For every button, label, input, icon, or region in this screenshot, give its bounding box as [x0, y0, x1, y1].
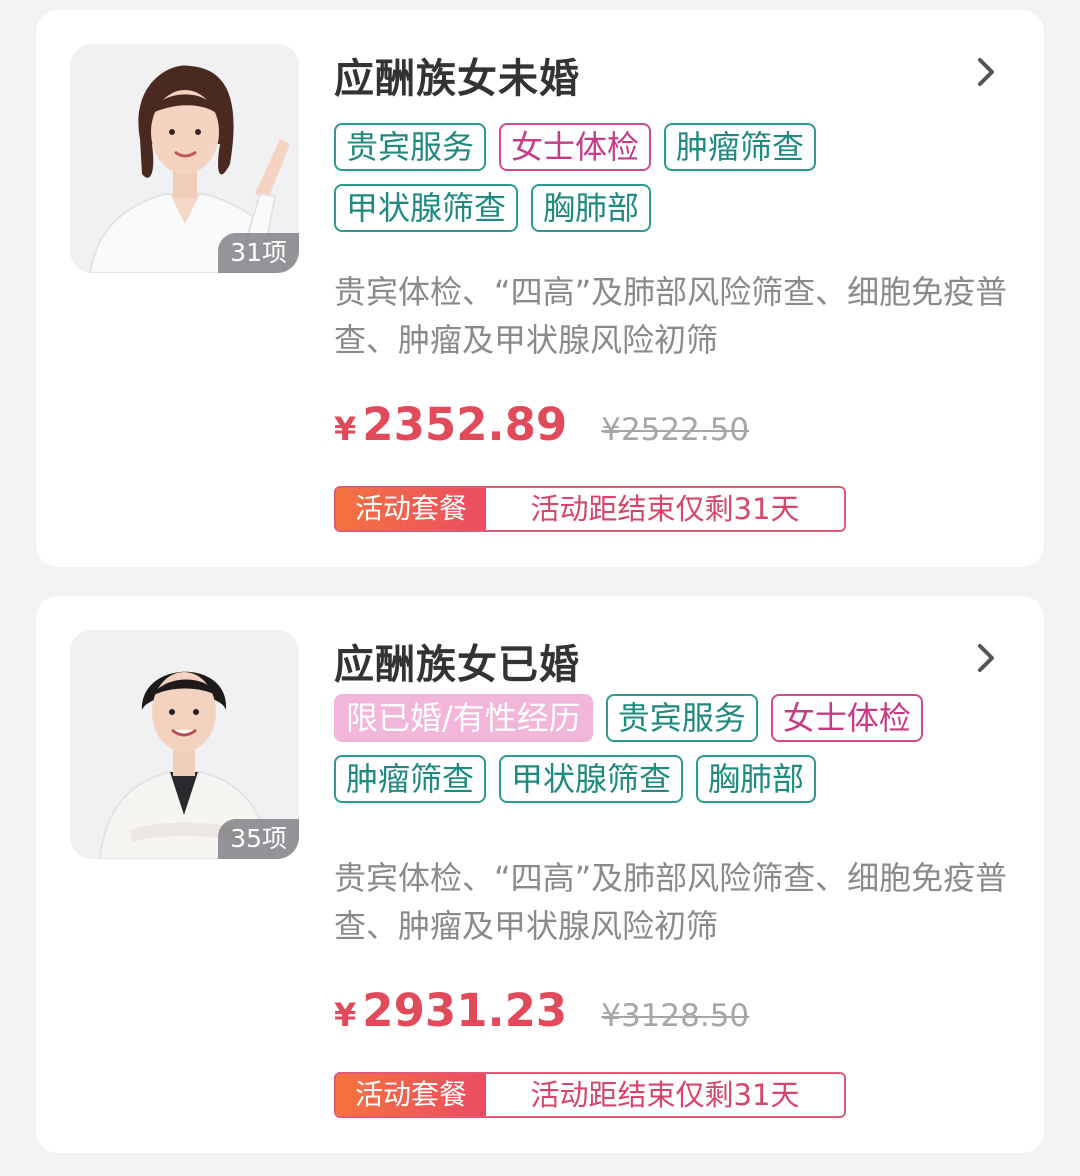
- price-row: ¥ 2352.89 ¥2522.50: [334, 398, 750, 451]
- tag: 甲状腺筛查: [334, 184, 519, 232]
- tag: 贵宾服务: [605, 694, 758, 742]
- tag: 女士体检: [499, 123, 652, 171]
- tag: 肿瘤筛查: [664, 123, 817, 171]
- original-price: ¥3128.50: [601, 998, 750, 1034]
- promo-countdown: 活动距结束仅剩31天: [530, 1078, 800, 1112]
- tag: 贵宾服务: [334, 123, 487, 171]
- original-price: ¥2522.50: [601, 412, 750, 448]
- currency-symbol: ¥: [334, 410, 357, 448]
- promo-label: 活动套餐: [336, 488, 486, 530]
- promo-countdown: 活动距结束仅剩31天: [530, 492, 800, 526]
- tag: 胸肺部: [531, 184, 652, 232]
- tag: 甲状腺筛查: [499, 755, 684, 803]
- chevron-right-icon[interactable]: [968, 640, 1004, 676]
- tag-list: 贵宾服务 女士体检 肿瘤筛查 甲状腺筛查 胸肺部: [334, 123, 994, 232]
- tag-marital-restriction: 限已婚/有性经历: [334, 694, 593, 742]
- promo-banner: 活动套餐 活动距结束仅剩31天: [334, 486, 846, 532]
- package-title: 应酬族女未婚: [334, 56, 580, 102]
- tag-list: 限已婚/有性经历 贵宾服务 女士体检 肿瘤筛查 甲状腺筛查 胸肺部: [334, 694, 994, 803]
- package-description: 贵宾体检、“四高”及肺部风险筛查、细胞免疫普查、肿瘤及甲状腺风险初筛: [334, 273, 1008, 359]
- sale-price: 2352.89: [362, 398, 568, 451]
- tag: 女士体检: [770, 694, 923, 742]
- price-row: ¥ 2931.23 ¥3128.50: [334, 984, 750, 1037]
- package-photo: 35项: [70, 630, 299, 859]
- package-card[interactable]: 31项 应酬族女未婚 贵宾服务 女士体检 肿瘤筛查 甲状腺筛查 胸肺部 贵宾体检…: [36, 10, 1044, 567]
- package-card[interactable]: 35项 应酬族女已婚 限已婚/有性经历 贵宾服务 女士体检 肿瘤筛查 甲状腺筛查…: [36, 596, 1044, 1153]
- package-photo: 31项: [70, 44, 299, 273]
- tag: 肿瘤筛查: [334, 755, 487, 803]
- promo-banner: 活动套餐 活动距结束仅剩31天: [334, 1072, 846, 1118]
- item-count-badge: 35项: [218, 819, 299, 859]
- currency-symbol: ¥: [334, 996, 357, 1034]
- chevron-right-icon[interactable]: [968, 54, 1004, 90]
- package-title: 应酬族女已婚: [334, 642, 580, 688]
- promo-label: 活动套餐: [336, 1074, 486, 1116]
- tag: 胸肺部: [696, 755, 817, 803]
- package-description: 贵宾体检、“四高”及肺部风险筛查、细胞免疫普查、肿瘤及甲状腺风险初筛: [334, 859, 1008, 945]
- sale-price: 2931.23: [362, 984, 568, 1037]
- item-count-badge: 31项: [218, 233, 299, 273]
